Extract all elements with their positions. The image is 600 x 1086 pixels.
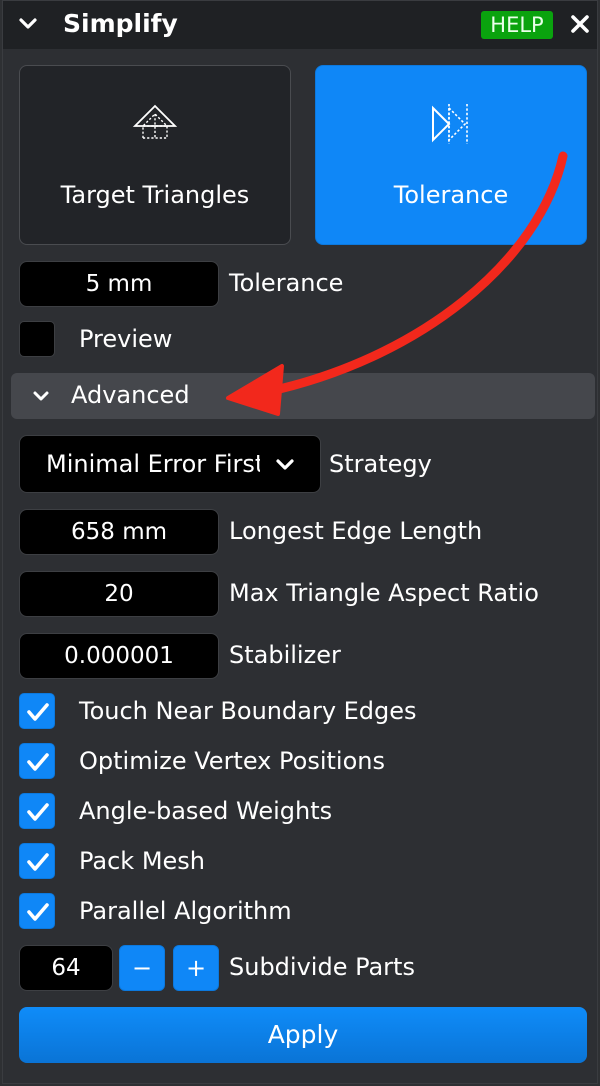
tolerance-mode-label: Tolerance <box>393 181 509 209</box>
target-triangles-icon <box>132 104 178 139</box>
strategy-selected-value: Minimal Error First <box>46 450 260 478</box>
angle-weights-checkbox[interactable] <box>19 793 55 829</box>
target-triangles-mode-button[interactable]: Target Triangles <box>19 65 291 245</box>
parallel-algorithm-checkbox[interactable] <box>19 893 55 929</box>
tolerance-input[interactable]: 5 mm <box>19 261 219 307</box>
preview-checkbox[interactable] <box>19 321 55 357</box>
tolerance-mode-button[interactable]: Tolerance <box>315 65 587 245</box>
longest-edge-input[interactable]: 658 mm <box>19 509 219 555</box>
touch-near-boundary-checkbox[interactable] <box>19 693 55 729</box>
panel-titlebar: Simplify HELP <box>3 1 597 49</box>
checkmark-icon <box>27 753 49 771</box>
help-button[interactable]: HELP <box>481 11 553 39</box>
advanced-section-label: Advanced <box>71 381 190 409</box>
checkmark-icon <box>27 803 49 821</box>
stabilizer-label: Stabilizer <box>229 641 341 669</box>
touch-near-boundary-label: Touch Near Boundary Edges <box>79 697 417 725</box>
subdivide-increment-button[interactable]: + <box>173 945 219 991</box>
optimize-vertex-label: Optimize Vertex Positions <box>79 747 385 775</box>
target-triangles-label: Target Triangles <box>60 181 250 209</box>
angle-weights-label: Angle-based Weights <box>79 797 333 825</box>
pack-mesh-checkbox[interactable] <box>19 843 55 879</box>
optimize-vertex-checkbox[interactable] <box>19 743 55 779</box>
chevron-down-icon <box>276 459 294 470</box>
advanced-section-header[interactable]: Advanced <box>11 373 595 419</box>
stabilizer-input[interactable]: 0.000001 <box>19 633 219 679</box>
longest-edge-label: Longest Edge Length <box>229 517 483 545</box>
apply-button[interactable]: Apply <box>19 1007 587 1063</box>
subdivide-parts-label: Subdivide Parts <box>229 953 415 981</box>
tolerance-icon <box>432 104 468 144</box>
checkmark-icon <box>27 903 49 921</box>
pack-mesh-label: Pack Mesh <box>79 847 206 875</box>
close-icon[interactable] <box>565 9 595 39</box>
tolerance-label: Tolerance <box>229 269 344 297</box>
subdivide-decrement-button[interactable]: − <box>119 945 165 991</box>
simplify-panel: Simplify HELP Target Triangles Tolerance… <box>2 0 598 1084</box>
subdivide-parts-input[interactable]: 64 <box>19 945 113 991</box>
aspect-ratio-input[interactable]: 20 <box>19 571 219 617</box>
aspect-ratio-label: Max Triangle Aspect Ratio <box>229 579 539 607</box>
chevron-down-icon <box>33 391 49 401</box>
panel-title: Simplify <box>63 9 178 38</box>
preview-label: Preview <box>79 325 173 353</box>
strategy-label: Strategy <box>329 450 432 478</box>
parallel-algorithm-label: Parallel Algorithm <box>79 897 292 925</box>
collapse-chevron-icon[interactable] <box>15 11 41 37</box>
checkmark-icon <box>27 703 49 721</box>
strategy-dropdown[interactable]: Minimal Error First <box>19 435 321 493</box>
checkmark-icon <box>27 853 49 871</box>
